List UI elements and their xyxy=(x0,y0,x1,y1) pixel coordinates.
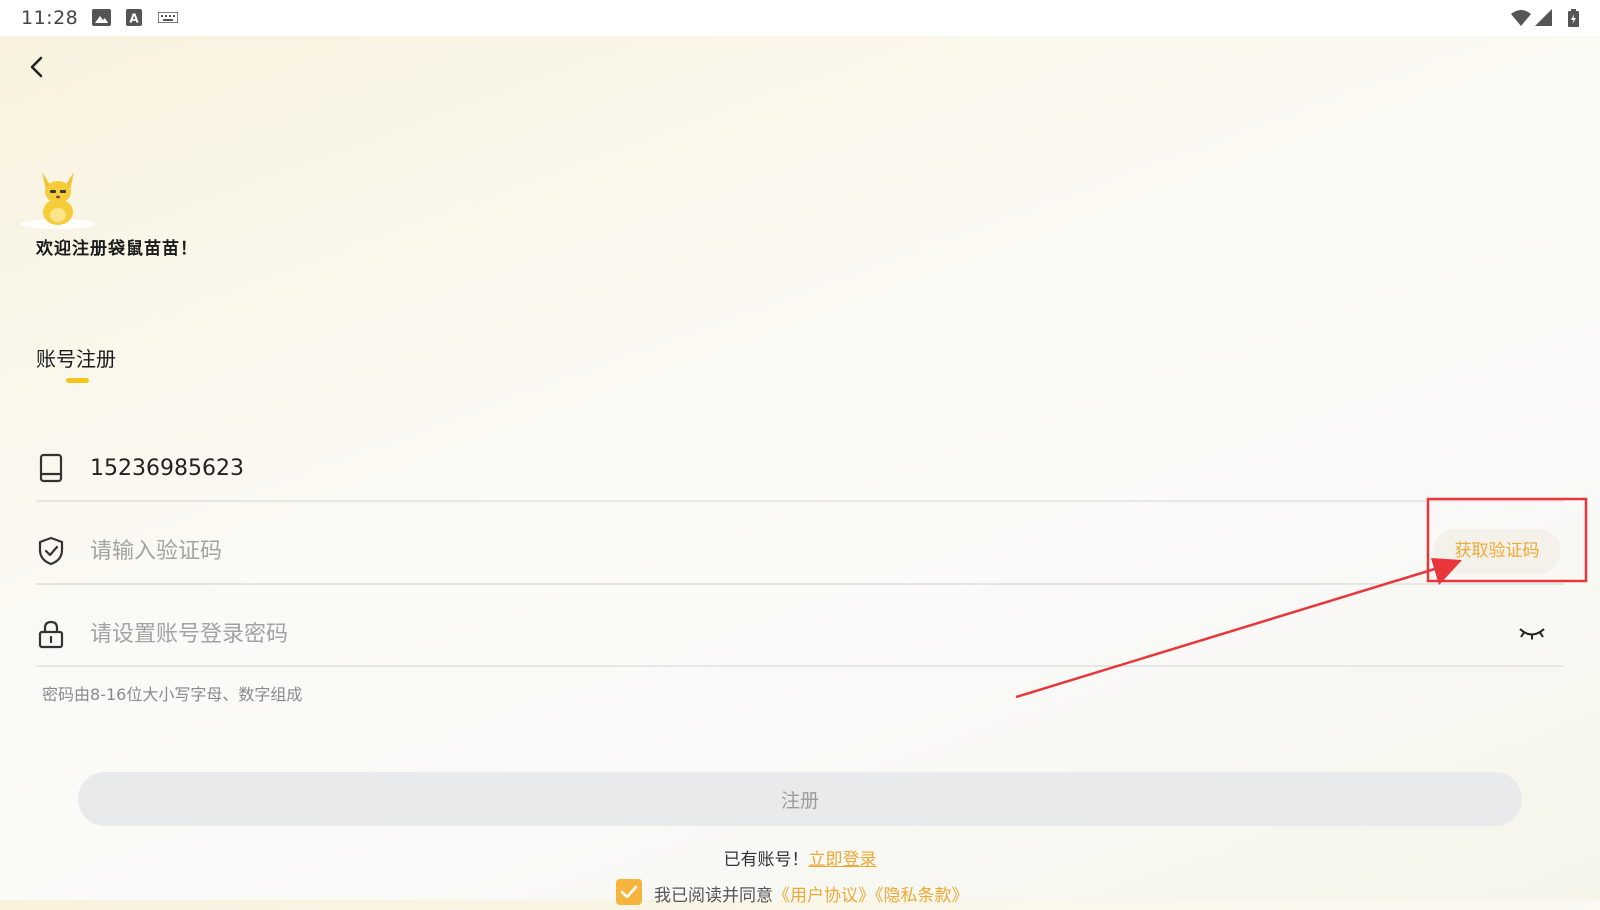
back-button[interactable] xyxy=(22,52,52,82)
status-bar: 11:28 A xyxy=(0,0,1600,36)
checkmark-icon xyxy=(620,885,638,899)
login-link[interactable]: 立即登录 xyxy=(809,850,877,870)
agreement-prefix: 我已阅读并同意 xyxy=(654,886,773,906)
wifi-icon xyxy=(1511,10,1531,26)
agreement-checkbox[interactable] xyxy=(616,879,642,905)
divider xyxy=(36,583,1564,585)
divider xyxy=(36,500,1564,502)
eye-closed-icon xyxy=(1519,628,1545,640)
tab-account-register[interactable]: 账号注册 xyxy=(36,343,116,372)
chevron-left-icon xyxy=(30,56,43,78)
image-icon xyxy=(92,9,111,26)
privacy-link[interactable]: 《隐私条款》 xyxy=(875,886,969,906)
agreement-text: 我已阅读并同意《用户协议》《隐私条款》 xyxy=(654,881,969,906)
battery-icon xyxy=(1568,9,1579,27)
password-input[interactable] xyxy=(90,614,1190,654)
login-prompt-text: 已有账号！ xyxy=(723,850,809,870)
password-hint: 密码由8-16位大小写字母、数字组成 xyxy=(42,685,303,704)
get-code-button[interactable]: 获取验证码 xyxy=(1433,529,1561,574)
phone-input[interactable] xyxy=(90,448,1190,488)
user-agreement-link[interactable]: 《用户协议》 xyxy=(773,886,875,906)
lock-icon xyxy=(38,620,64,649)
kangaroo-mascot xyxy=(20,172,96,229)
shield-check-icon xyxy=(38,536,64,566)
a-letter-icon: A xyxy=(126,9,142,26)
keyboard-icon xyxy=(158,12,178,23)
password-visibility-toggle[interactable] xyxy=(1517,620,1547,646)
tab-indicator xyxy=(66,378,89,383)
svg-text:A: A xyxy=(129,12,139,26)
divider xyxy=(36,665,1564,667)
register-button[interactable]: 注册 xyxy=(78,772,1522,826)
cellular-icon xyxy=(1535,9,1552,26)
login-prompt: 已有账号！立即登录 xyxy=(0,845,1600,870)
phone-icon xyxy=(39,453,63,483)
code-input[interactable] xyxy=(90,531,1190,571)
status-time: 11:28 xyxy=(21,7,79,29)
welcome-title: 欢迎注册袋鼠苗苗！ xyxy=(36,239,198,259)
